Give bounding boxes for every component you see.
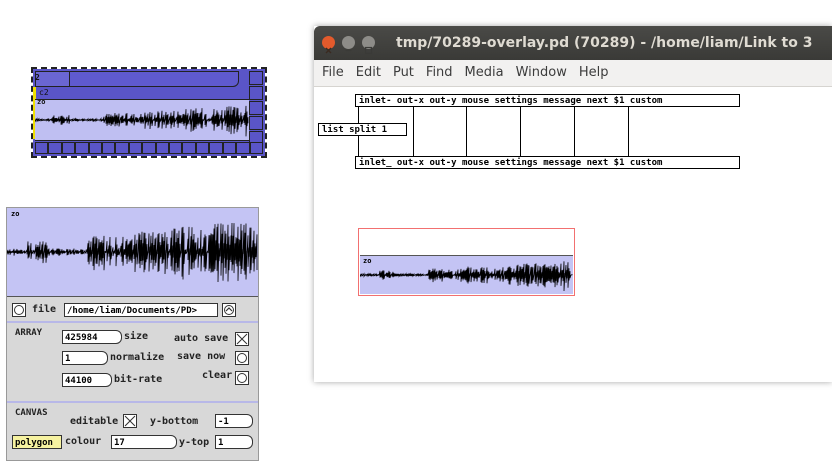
close-window-button[interactable] (322, 36, 335, 54)
object-list-split[interactable]: list split 1 (318, 123, 407, 136)
thumb-label-top: 2 (35, 73, 40, 82)
thumb-cell (35, 142, 49, 154)
thumb-cell (155, 142, 170, 154)
thumb-cell (75, 142, 89, 154)
window-titlebar[interactable]: tmp/70289-overlay.pd (70289) - /home/lia… (314, 26, 832, 60)
thumb-waveform (34, 105, 249, 137)
thumb-cell (169, 142, 183, 154)
maximize-window-button[interactable] (362, 36, 375, 55)
auto-save-checkbox[interactable] (235, 332, 249, 346)
pd-patch-window: tmp/70289-overlay.pd (70289) - /home/lia… (314, 26, 832, 382)
thumb-cell (115, 142, 129, 154)
y-bottom-field[interactable]: -1 (215, 414, 253, 428)
thumb-bottom-row (35, 142, 263, 154)
bitrate-label: bit-rate (114, 374, 163, 385)
normalize-label: normalize (110, 352, 165, 363)
normalize-field[interactable]: 1 (62, 351, 108, 365)
y-bottom-label: y-bottom (150, 416, 199, 427)
patch-canvas[interactable]: inlet- out-x out-y mouse settings messag… (314, 87, 832, 382)
thumb-cell (249, 86, 263, 100)
patch-wire (574, 107, 575, 156)
menu-media[interactable]: Media (465, 65, 504, 80)
thumb-wave-label: zo (37, 98, 46, 106)
cross-icon (124, 415, 136, 427)
graph-waveform (359, 261, 573, 292)
colour-label: colour (65, 436, 102, 447)
props-waveform-view: zo (6, 208, 258, 297)
patch-wire (413, 107, 414, 156)
auto-save-label: auto save (174, 333, 229, 344)
file-path-field[interactable]: /home/liam/Documents/PD> (64, 303, 218, 317)
thumb-cell (182, 142, 196, 154)
patch-wire (520, 107, 521, 156)
file-open-radio[interactable] (12, 303, 26, 317)
editable-label: editable (70, 416, 119, 427)
window-title: tmp/70289-overlay.pd (70289) - /home/lia… (396, 35, 813, 51)
save-now-label: save now (177, 351, 226, 362)
menu-bar: File Edit Put Find Media Window Help (314, 60, 832, 87)
array-graph[interactable]: zo (358, 228, 575, 296)
thumb-cell (249, 71, 263, 85)
props-waveform (6, 222, 258, 282)
minimize-icon (345, 49, 352, 52)
maximize-icon (364, 46, 373, 55)
thumb-cell (88, 142, 103, 154)
menu-file[interactable]: File (322, 65, 344, 80)
thumb-cell (102, 142, 116, 154)
editable-checkbox[interactable] (123, 414, 137, 428)
patch-wire (466, 107, 467, 156)
thumb-right-column (249, 71, 263, 145)
array-thumbnail[interactable]: 2 c2 zo (31, 67, 267, 158)
thumb-tab-right (69, 71, 239, 87)
file-browse-button[interactable] (222, 303, 236, 317)
thumb-tab-left (35, 71, 71, 87)
patch-wire (628, 107, 629, 156)
cross-icon (236, 333, 248, 345)
object-inlet-bottom[interactable]: inlet_ out-x out-y mouse settings messag… (355, 156, 740, 169)
menu-edit[interactable]: Edit (356, 65, 381, 80)
thumb-cell (249, 101, 263, 115)
bitrate-field[interactable]: 44100 (62, 373, 112, 387)
y-top-field[interactable]: 1 (215, 435, 253, 449)
array-header: ARRAY (15, 328, 43, 338)
patch-wire (358, 107, 359, 123)
clear-label: clear (202, 370, 233, 381)
close-icon (325, 47, 332, 54)
menu-help[interactable]: Help (579, 65, 609, 80)
clear-button[interactable] (235, 371, 249, 385)
polygon-button[interactable]: polygon (12, 435, 62, 449)
size-label: size (124, 331, 149, 342)
thumb-cell (249, 116, 263, 130)
graph-label: zo (363, 257, 372, 265)
colour-field[interactable]: 17 (111, 435, 177, 449)
section-divider (7, 401, 258, 403)
thumb-label-mid: c2 (39, 88, 49, 97)
menu-window[interactable]: Window (516, 65, 567, 80)
object-inlet-top[interactable]: inlet- out-x out-y mouse settings messag… (355, 94, 740, 107)
thumb-waveform-band: zo (34, 98, 249, 141)
thumb-cell (48, 142, 62, 154)
thumb-cell (209, 142, 223, 154)
menu-put[interactable]: Put (393, 65, 414, 80)
thumb-cell (236, 142, 250, 154)
thumb-cell (142, 142, 156, 154)
thumb-cell (195, 142, 210, 154)
thumb-cell (249, 142, 263, 154)
patch-wire (358, 136, 359, 156)
canvas-header: CANVAS (15, 408, 48, 418)
array-properties-panel: zo file /home/liam/Documents/PD> ARRAY 4… (6, 207, 259, 461)
minimize-window-button[interactable] (342, 36, 355, 52)
thumb-cell (61, 142, 76, 154)
section-divider (7, 321, 258, 323)
thumb-cell (222, 142, 237, 154)
y-top-label: y-top (179, 437, 210, 448)
graph-waveform-area: zo (359, 255, 573, 294)
file-label: file (32, 304, 57, 315)
save-now-button[interactable] (235, 351, 249, 365)
size-field[interactable]: 425984 (62, 330, 122, 344)
chevron-up-icon (225, 307, 233, 312)
menu-find[interactable]: Find (426, 65, 453, 80)
props-wave-label: zo (11, 210, 20, 218)
thumb-cell (128, 142, 143, 154)
